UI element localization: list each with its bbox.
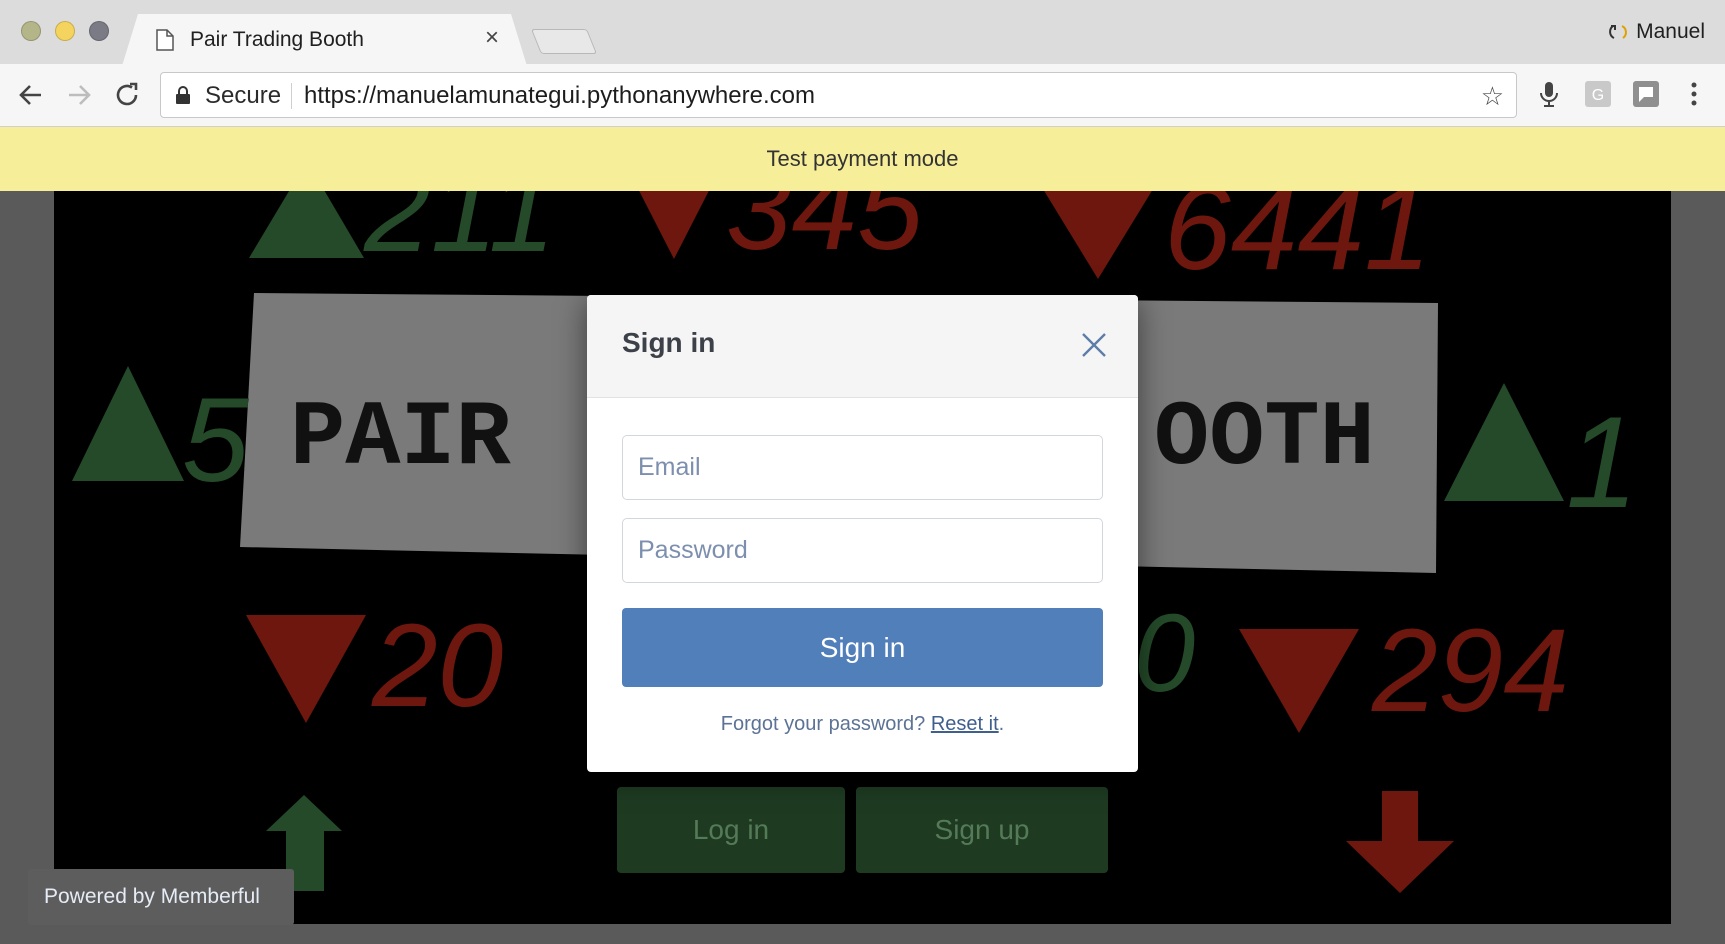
browser-tab-strip: Pair Trading Booth × Manuel <box>0 0 1725 64</box>
up-triangle <box>72 366 184 481</box>
forward-arrow-icon[interactable] <box>62 78 96 112</box>
down-triangle <box>639 191 709 259</box>
reset-password-link[interactable]: Reset it <box>931 713 999 735</box>
artwork-number: 345 <box>726 191 923 275</box>
artwork-number: 6441 <box>1164 191 1431 295</box>
chat-extension-icon[interactable] <box>1630 78 1662 110</box>
grammar-extension-icon[interactable]: G <box>1582 78 1614 110</box>
artwork-number: 5 <box>182 373 250 507</box>
lock-icon <box>176 86 190 104</box>
tab-title: Pair Trading Booth <box>190 28 364 51</box>
sign-in-button[interactable]: Sign in <box>622 608 1103 687</box>
artwork-number: 294 <box>1371 605 1569 737</box>
email-field[interactable] <box>622 435 1103 500</box>
logo-left-text: PAIR <box>290 386 512 491</box>
test-payment-banner: Test payment mode <box>0 127 1725 191</box>
powered-by-memberful-badge[interactable]: Powered by Memberful <box>28 869 294 925</box>
sync-icon <box>1609 25 1628 39</box>
microphone-icon[interactable] <box>1533 78 1565 110</box>
zoom-window-button[interactable] <box>89 21 109 41</box>
forgot-password-line: Forgot your password? Reset it. <box>587 713 1138 736</box>
signup-button: Sign up <box>856 787 1108 873</box>
password-field[interactable] <box>622 518 1103 583</box>
forgot-password-text: Forgot your password? <box>720 713 931 735</box>
omnibox-divider <box>291 83 292 109</box>
profile-button[interactable]: Manuel <box>1608 20 1705 44</box>
up-triangle <box>1444 383 1564 501</box>
new-tab-button[interactable] <box>530 29 598 54</box>
sign-in-modal: Sign in Sign in Forgot your password? Re… <box>587 295 1138 772</box>
forgot-password-suffix: . <box>998 713 1005 735</box>
url-text[interactable]: https://manuelamunategui.pythonanywhere.… <box>304 82 815 110</box>
down-triangle <box>1044 191 1152 279</box>
up-triangle <box>249 191 364 258</box>
artwork-number: 20 <box>371 600 503 732</box>
artwork-number: 211 <box>363 191 555 277</box>
down-triangle <box>246 615 366 723</box>
more-menu-icon[interactable] <box>1678 78 1710 110</box>
close-icon[interactable] <box>1080 331 1108 359</box>
artwork-number: 0 <box>1134 592 1195 715</box>
down-arrow <box>1346 791 1454 893</box>
browser-tab[interactable]: Pair Trading Booth × <box>122 14 527 66</box>
document-icon <box>156 29 174 51</box>
modal-header: Sign in <box>587 295 1138 398</box>
down-triangle <box>1239 629 1359 733</box>
reload-icon[interactable] <box>110 78 144 112</box>
svg-text:G: G <box>1592 87 1604 104</box>
artwork-number: 1 <box>1566 389 1638 535</box>
browser-toolbar: Secure https://manuelamunategui.pythonan… <box>0 64 1725 127</box>
address-bar[interactable]: Secure https://manuelamunategui.pythonan… <box>160 72 1517 118</box>
back-arrow-icon[interactable] <box>14 78 48 112</box>
bookmark-star-icon[interactable]: ☆ <box>1481 81 1504 112</box>
secure-label: Secure <box>205 82 282 109</box>
modal-title: Sign in <box>622 327 716 358</box>
login-button: Log in <box>617 787 845 873</box>
logo-right-text: OOTH <box>1154 386 1375 491</box>
minimize-window-button[interactable] <box>55 21 75 41</box>
profile-name: Manuel <box>1636 20 1705 43</box>
tab-close-icon[interactable]: × <box>485 26 499 50</box>
close-window-button[interactable] <box>21 21 41 41</box>
